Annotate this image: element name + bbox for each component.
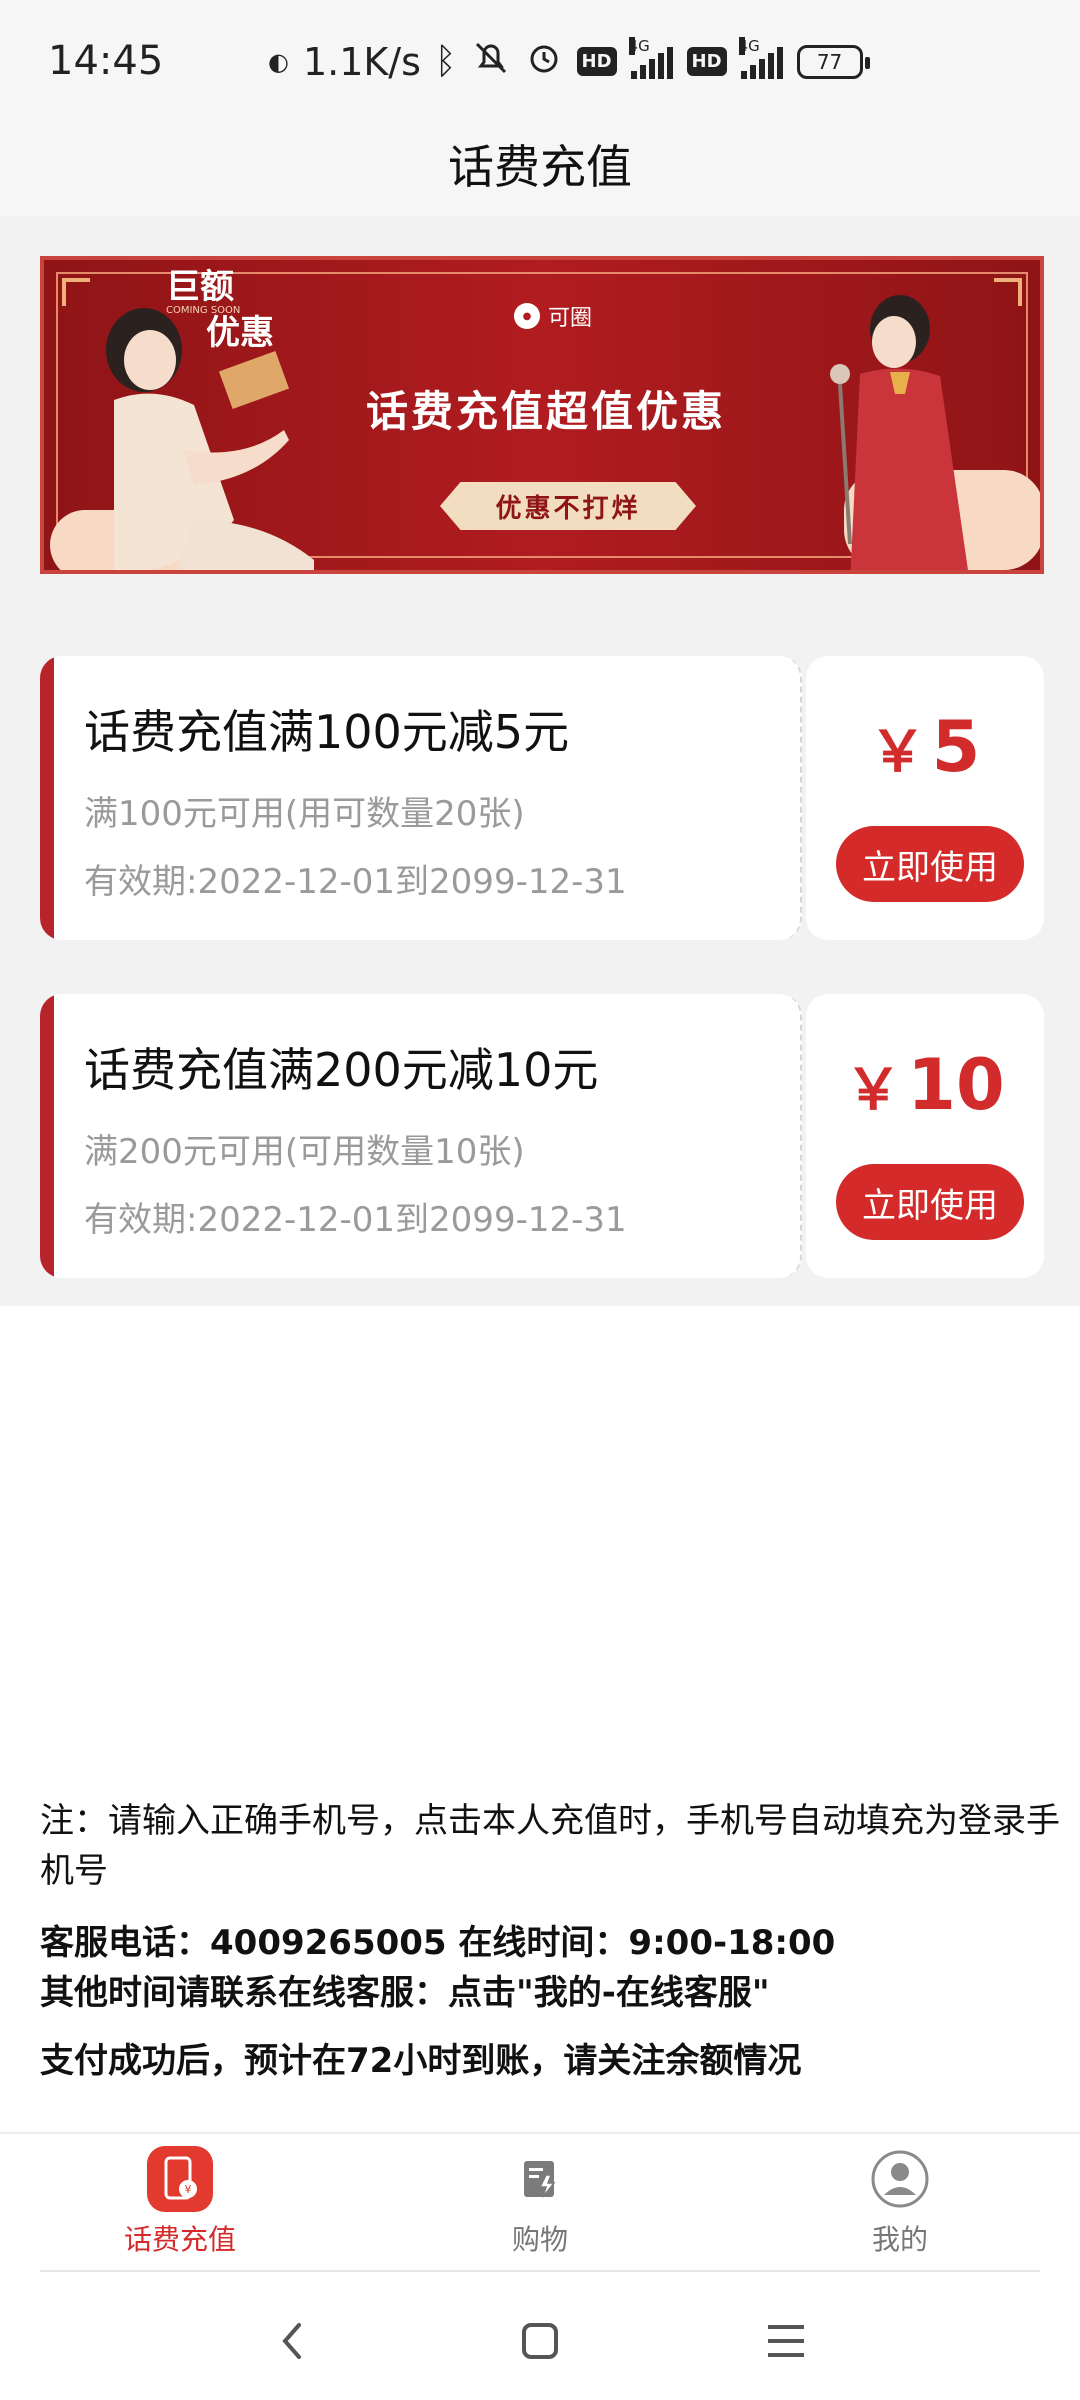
- brand-logo-icon: ●: [514, 303, 540, 329]
- hd-badge: HD: [576, 47, 617, 76]
- bottom-tab-bar: ¥ 话费充值 购物 我的: [0, 2132, 1080, 2272]
- note-phone-input: 注：请输入正确手机号，点击本人充值时，手机号自动填充为登录手机号: [40, 1801, 1060, 1891]
- coupon-amount: ￥10: [806, 1044, 1044, 1126]
- tab-label: 我的: [871, 2223, 928, 2256]
- coupon-info: 话费充值满200元减10元 满200元可用(可用数量10张) 有效期:2022-…: [40, 994, 802, 1278]
- brand-text: 可圈: [548, 306, 593, 331]
- title-bar: 话费充值: [0, 112, 1080, 216]
- bluetooth-icon: ᛒ: [434, 41, 457, 82]
- signal-icon-2: 4G: [738, 36, 783, 79]
- shopping-bag-icon: [507, 2146, 573, 2212]
- data-saver-icon: ◐: [268, 47, 289, 76]
- coupon-info: 话费充值满100元减5元 满100元可用(用可数量20张) 有效期:2022-1…: [40, 656, 802, 940]
- coupon-action: ￥10 立即使用: [806, 994, 1044, 1278]
- coupon-card: 话费充值满100元减5元 满100元可用(用可数量20张) 有效期:2022-1…: [40, 656, 1044, 940]
- amount-value: 5: [931, 706, 981, 788]
- coupon-card: 话费充值满200元减10元 满200元可用(可用数量10张) 有效期:2022-…: [40, 994, 1044, 1278]
- tab-mine[interactable]: 我的: [800, 2146, 1000, 2266]
- tab-label: 话费充值: [123, 2223, 236, 2256]
- banner-pill: 优惠不打烊: [440, 482, 696, 530]
- banner-brand: ● 可圈: [514, 300, 592, 332]
- network-speed: 1.1K/s: [302, 39, 421, 84]
- battery-icon: 77: [796, 44, 870, 79]
- amount-value: 10: [907, 1044, 1005, 1126]
- user-avatar-icon: [867, 2146, 933, 2212]
- coupon-title: 话费充值满200元减10元: [84, 1043, 599, 1097]
- svg-text:¥: ¥: [185, 2183, 192, 2196]
- coupon-condition: 满200元可用(可用数量10张): [84, 1132, 525, 1172]
- phone-recharge-icon: ¥: [147, 2146, 213, 2212]
- banner-title: 话费充值超值优惠: [365, 387, 726, 436]
- currency-symbol: ￥: [869, 720, 926, 785]
- use-now-button[interactable]: 立即使用: [836, 826, 1024, 902]
- coupon-condition: 满100元可用(用可数量20张): [84, 794, 525, 834]
- notes-section: 注：请输入正确手机号，点击本人充值时，手机号自动填充为登录手机号 客服电话：40…: [40, 1796, 1070, 2086]
- mute-bell-icon: [471, 38, 511, 85]
- page-title: 话费充值: [448, 140, 632, 194]
- use-now-button[interactable]: 立即使用: [836, 1164, 1024, 1240]
- tab-phone-recharge[interactable]: ¥ 话费充值: [80, 2146, 280, 2266]
- hd-badge-2: HD: [686, 47, 727, 76]
- coupon-amount: ￥5: [806, 706, 1044, 788]
- system-nav-bar: [0, 2272, 1080, 2400]
- signal-icon: 4G: [628, 36, 673, 79]
- status-time: 14:45: [48, 38, 164, 84]
- coupon-validity: 有效期:2022-12-01到2099-12-31: [84, 862, 627, 902]
- coupon-validity: 有效期:2022-12-01到2099-12-31: [84, 1200, 627, 1240]
- badge-line2: 优惠: [206, 313, 274, 354]
- menu-icon[interactable]: [756, 2316, 816, 2366]
- coupon-action: ￥5 立即使用: [806, 656, 1044, 940]
- note-online-service: 其他时间请联系在线客服：点击"我的-在线客服": [40, 1973, 770, 2013]
- coupon-title: 话费充值满100元减5元: [84, 705, 570, 759]
- status-icons: ◐ 1.1K/s ᛒ HD 4G HD 4G 77: [268, 36, 870, 85]
- promo-banner[interactable]: 巨额 COMING SOON 优惠 ● 可圈 话费充值超值优惠 优惠不打烊: [40, 256, 1044, 574]
- currency-symbol: ￥: [845, 1058, 902, 1123]
- home-icon[interactable]: [510, 2316, 570, 2366]
- back-icon[interactable]: [262, 2316, 322, 2366]
- tab-label: 购物: [511, 2223, 568, 2256]
- banner-badge: 巨额 COMING SOON 优惠: [166, 267, 274, 354]
- note-arrival-time: 支付成功后，预计在72小时到账，请关注余额情况: [40, 2041, 802, 2081]
- badge-line1: 巨额: [166, 267, 234, 307]
- tab-shopping[interactable]: 购物: [440, 2146, 640, 2266]
- status-bar: 14:45 ◐ 1.1K/s ᛒ HD 4G HD 4G 77: [0, 0, 1080, 124]
- alarm-icon: [525, 38, 563, 85]
- note-service-hotline: 客服电话：4009265005 在线时间：9:00-18:00: [40, 1923, 836, 1963]
